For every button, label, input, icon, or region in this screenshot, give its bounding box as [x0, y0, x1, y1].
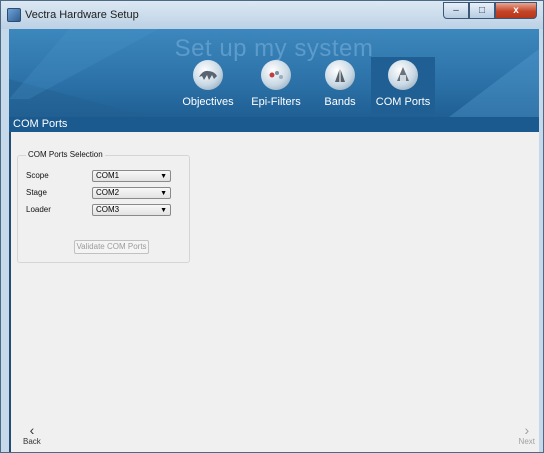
header-banner: Set up my system Objectives Epi-Filters …	[9, 29, 539, 117]
chevron-left-icon: ‹	[29, 422, 35, 438]
loader-label: Loader	[26, 205, 51, 214]
stage-port-select[interactable]: COM2 ▼	[92, 187, 171, 199]
application-window: Vectra Hardware Setup – □ x Set up my sy…	[0, 0, 544, 453]
title-bar[interactable]: Vectra Hardware Setup – □ x	[1, 1, 543, 29]
tab-bands[interactable]: Bands	[319, 57, 361, 115]
epi-filters-icon	[261, 60, 291, 90]
tab-epi-filters-label: Epi-Filters	[251, 96, 301, 108]
com-ports-icon	[388, 60, 418, 90]
chevron-right-icon: ›	[524, 422, 530, 438]
scope-port-select[interactable]: COM1 ▼	[92, 170, 171, 182]
tab-bands-label: Bands	[324, 96, 356, 108]
caption-buttons: – □ x	[443, 2, 537, 20]
tab-com-ports-label: COM Ports	[375, 96, 431, 108]
scope-port-value: COM1	[96, 171, 120, 180]
content-panel: COM Ports Selection Scope COM1 ▼ Stage C…	[9, 132, 539, 452]
loader-port-select[interactable]: COM3 ▼	[92, 204, 171, 216]
back-button[interactable]: ‹ Back	[23, 423, 41, 446]
tab-epi-filters[interactable]: Epi-Filters	[245, 57, 307, 115]
chevron-down-icon: ▼	[160, 190, 167, 197]
objectives-icon	[193, 60, 223, 90]
validate-com-ports-button[interactable]: Validate COM Ports	[74, 240, 149, 254]
maximize-button[interactable]: □	[469, 2, 495, 19]
app-icon	[7, 8, 21, 22]
section-header: COM Ports	[9, 117, 539, 132]
back-label: Back	[23, 437, 41, 446]
loader-port-value: COM3	[96, 205, 120, 214]
tab-com-ports[interactable]: COM Ports	[371, 57, 435, 115]
chevron-down-icon: ▼	[160, 173, 167, 180]
bands-icon	[325, 60, 355, 90]
stage-port-value: COM2	[96, 188, 120, 197]
tab-objectives[interactable]: Objectives	[179, 57, 237, 115]
tab-objectives-label: Objectives	[182, 96, 234, 108]
scope-label: Scope	[26, 171, 49, 180]
next-label: Next	[518, 437, 535, 446]
window-title: Vectra Hardware Setup	[25, 9, 139, 21]
com-ports-selection-group: COM Ports Selection Scope COM1 ▼ Stage C…	[17, 150, 190, 263]
chevron-down-icon: ▼	[160, 207, 167, 214]
minimize-button[interactable]: –	[443, 2, 469, 19]
group-title: COM Ports Selection	[26, 150, 105, 159]
close-button[interactable]: x	[495, 2, 537, 19]
next-button[interactable]: › Next	[519, 423, 535, 446]
stage-label: Stage	[26, 188, 47, 197]
